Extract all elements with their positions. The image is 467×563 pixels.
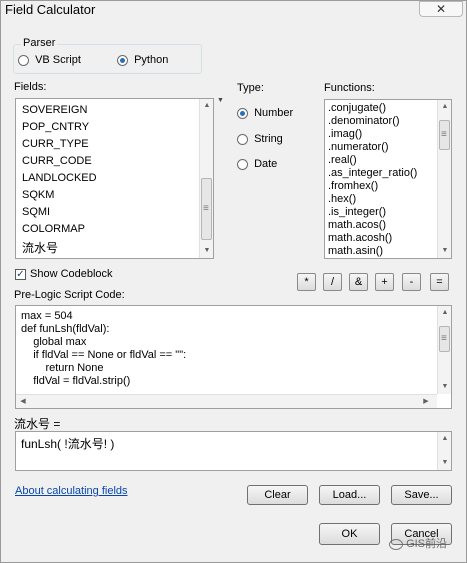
plus-button[interactable]: + [375, 273, 394, 291]
field-item[interactable]: COLORMAP [22, 223, 85, 235]
scroll-down-arrow-icon[interactable]: ▼ [200, 244, 213, 258]
fields-list[interactable]: SOVEREIGN POP_CNTRY CURR_TYPE CURR_CODE … [15, 98, 214, 259]
function-item[interactable]: .hex() [328, 193, 356, 205]
functions-list[interactable]: .conjugate() .denominator() .imag() .num… [324, 99, 452, 259]
parser-option-python[interactable]: Python [117, 54, 168, 66]
parser-option-vbscript[interactable]: VB Script [18, 54, 81, 66]
number-radio[interactable] [237, 107, 248, 119]
field-item[interactable]: SOVEREIGN [22, 104, 87, 116]
load-button[interactable]: Load... [319, 485, 380, 505]
close-button[interactable]: ✕ [419, 1, 463, 17]
scroll-right-arrow-icon[interactable]: ▶ [419, 395, 433, 408]
type-option-string[interactable]: String [237, 133, 283, 145]
about-calculating-fields-link[interactable]: About calculating fields [15, 485, 128, 497]
field-item[interactable]: SQMI [22, 206, 50, 218]
show-codeblock-label: Show Codeblock [30, 268, 113, 280]
scroll-thumb[interactable] [201, 178, 212, 240]
scroll-up-arrow-icon[interactable]: ▲ [438, 306, 451, 320]
window-title: Field Calculator [5, 2, 96, 17]
vbscript-radio[interactable] [18, 54, 29, 66]
title-bar: Field Calculator ✕ [1, 1, 466, 19]
expression-label: 流水号 = [14, 417, 61, 431]
type-option-date[interactable]: Date [237, 158, 277, 170]
function-item[interactable]: .fromhex() [328, 180, 378, 192]
functions-label: Functions: [324, 82, 375, 94]
number-label: Number [254, 107, 294, 119]
code-line: fldVal = fldVal.strip() [21, 375, 131, 387]
scroll-thumb[interactable] [439, 326, 450, 352]
function-item[interactable]: math.asin() [328, 245, 383, 257]
ampersand-button[interactable]: & [349, 273, 368, 291]
date-label: Date [254, 158, 278, 170]
function-item[interactable]: math.acosh() [328, 232, 392, 244]
script-hscrollbar[interactable]: ◀ ▶ [16, 394, 437, 408]
code-line: def funLsh(fldVal): [21, 323, 110, 335]
ok-button[interactable]: OK [319, 523, 380, 545]
field-item[interactable]: POP_CNTRY [22, 121, 89, 133]
field-calculator-dialog: Field Calculator ✕ Parser VB Script Pyth… [0, 0, 467, 563]
scroll-up-arrow-icon[interactable]: ▲ [438, 432, 451, 446]
code-line: return None [21, 362, 104, 374]
function-item[interactable]: .denominator() [328, 115, 400, 127]
python-label: Python [134, 54, 169, 66]
function-item[interactable]: .conjugate() [328, 102, 386, 114]
code-line: global max [21, 336, 87, 348]
function-item[interactable]: .imag() [328, 128, 362, 140]
clear-button[interactable]: Clear [247, 485, 308, 505]
function-item[interactable]: math.acos() [328, 219, 386, 231]
parser-label: Parser [21, 37, 58, 49]
expression-editor[interactable]: funLsh( !流水号! ) ▲ ▼ [15, 431, 452, 471]
code-line: max = 504 [21, 310, 73, 322]
field-item[interactable]: LANDLOCKED [22, 172, 97, 184]
string-label: String [254, 133, 283, 145]
field-item[interactable]: CURR_CODE [22, 155, 92, 167]
function-item[interactable]: .real() [328, 154, 357, 166]
divide-button[interactable]: / [323, 273, 342, 291]
code-line: if fldVal == None or fldVal == "": [21, 349, 187, 361]
type-option-number[interactable]: Number [237, 107, 293, 119]
field-item[interactable]: CURR_TYPE [22, 138, 89, 150]
functions-scrollbar[interactable]: ▲ ▼ [437, 100, 451, 258]
scroll-up-arrow-icon[interactable]: ▲ [438, 100, 451, 114]
function-item[interactable]: .numerator() [328, 141, 389, 153]
field-item[interactable]: 流水号 [22, 239, 58, 256]
scroll-thumb[interactable] [439, 120, 450, 150]
fields-scrollbar[interactable]: ▲ ▼ [199, 99, 213, 258]
scroll-down-arrow-icon[interactable]: ▼ [438, 244, 451, 258]
function-item[interactable]: .as_integer_ratio() [328, 167, 417, 179]
string-radio[interactable] [237, 133, 248, 145]
python-radio[interactable] [117, 54, 128, 66]
date-radio[interactable] [237, 158, 248, 170]
multiply-button[interactable]: * [297, 273, 316, 291]
fields-label: Fields: [14, 81, 47, 93]
field-item[interactable]: SQKM [22, 189, 54, 201]
function-item[interactable]: .is_integer() [328, 206, 386, 218]
save-button[interactable]: Save... [391, 485, 452, 505]
scroll-up-arrow-icon[interactable]: ▲ [200, 99, 213, 113]
sort-dropdown-icon[interactable]: ▼ [217, 97, 224, 104]
watermark-text: GIS前沿 [406, 538, 448, 550]
wechat-icon [389, 538, 403, 550]
script-vscrollbar[interactable]: ▲ ▼ [437, 306, 451, 394]
prelogic-script-editor[interactable]: max = 504 def funLsh(fldVal): global max… [15, 305, 452, 409]
scroll-down-arrow-icon[interactable]: ▼ [438, 456, 451, 470]
equals-button[interactable]: = [430, 273, 449, 291]
type-label: Type: [237, 82, 264, 94]
minus-button[interactable]: - [402, 273, 421, 291]
expression-text: funLsh( !流水号! ) [21, 437, 115, 451]
show-codeblock-checkbox[interactable]: ✓ [15, 269, 26, 280]
scroll-down-arrow-icon[interactable]: ▼ [438, 380, 451, 394]
scroll-left-arrow-icon[interactable]: ◀ [16, 395, 30, 408]
vbscript-label: VB Script [35, 54, 81, 66]
watermark: GIS前沿 [389, 535, 447, 551]
expression-scrollbar[interactable]: ▲ ▼ [437, 432, 451, 470]
prelogic-label: Pre-Logic Script Code: [14, 289, 125, 301]
